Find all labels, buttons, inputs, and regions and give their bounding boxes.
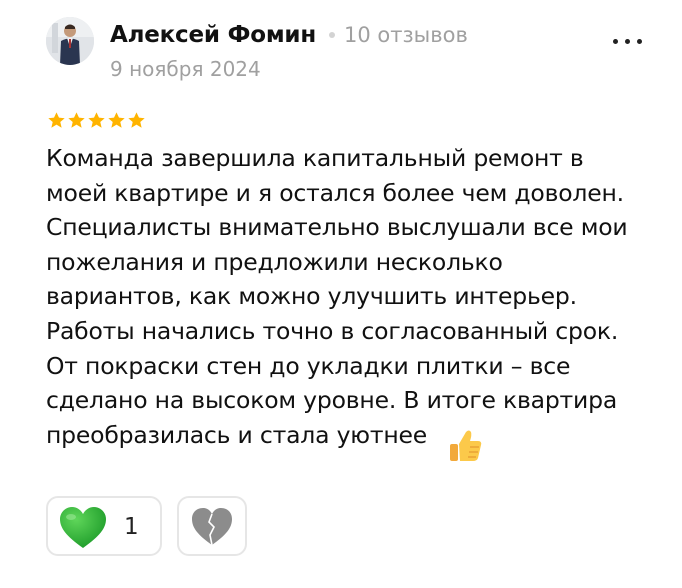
broken-heart-icon	[192, 508, 232, 546]
user-photo-icon	[46, 17, 94, 65]
author-name[interactable]: Алексей Фомин	[110, 20, 316, 50]
green-heart-icon	[60, 507, 106, 548]
star-icon	[68, 112, 85, 128]
review-text: Команда завершила капитальный ремонт в м…	[46, 144, 628, 449]
more-dots-icon	[625, 39, 630, 44]
avatar[interactable]	[46, 17, 94, 65]
more-options-button[interactable]	[608, 26, 648, 56]
review-date: 9 ноября 2024	[110, 57, 261, 81]
like-button[interactable]: 1	[46, 496, 162, 556]
star-icon	[108, 112, 125, 128]
author-reviews-count[interactable]: 10 отзывов	[344, 21, 468, 49]
star-icon	[88, 112, 105, 128]
more-dots-icon	[613, 39, 618, 44]
separator-dot	[329, 32, 335, 38]
star-icon	[128, 112, 145, 128]
star-rating	[47, 111, 146, 131]
like-count: 1	[124, 514, 139, 540]
more-dots-icon	[637, 39, 642, 44]
review-card: Алексей Фомин 10 отзывов 9 ноября 2024 К…	[0, 0, 682, 588]
star-icon	[48, 112, 65, 128]
dislike-button[interactable]	[177, 496, 247, 556]
thumbs-up-emoji-icon	[450, 430, 482, 461]
